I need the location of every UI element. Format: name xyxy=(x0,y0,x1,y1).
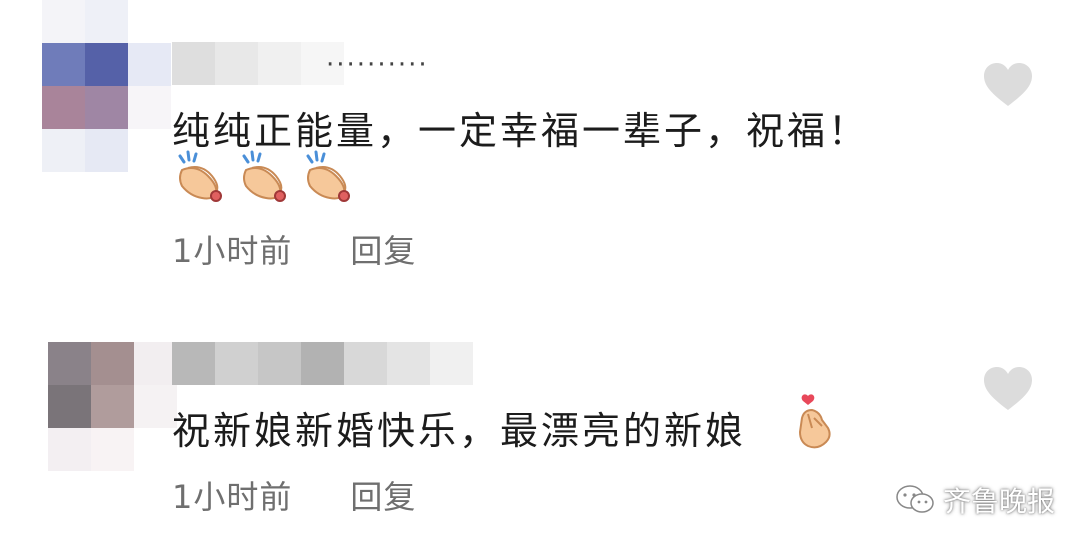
comment-meta: 1小时前 回复 xyxy=(172,472,416,518)
like-heart-icon[interactable] xyxy=(982,62,1034,108)
clapping-hands-icon xyxy=(242,150,286,202)
username-suffix: ·········· xyxy=(326,50,429,80)
comment-text: 纯纯正能量，一定幸福一辈子，祝福！ xyxy=(172,109,870,153)
reply-button[interactable]: 回复 xyxy=(350,472,416,518)
comment-meta: 1小时前 回复 xyxy=(172,226,416,272)
finger-heart-icon xyxy=(798,394,831,449)
clapping-hands-icon xyxy=(306,150,350,202)
username[interactable] xyxy=(172,342,473,385)
like-heart-icon[interactable] xyxy=(982,366,1034,412)
avatar[interactable] xyxy=(42,0,171,172)
emoji-row xyxy=(172,150,358,202)
reply-button[interactable]: 回复 xyxy=(350,226,416,272)
comment-text: 祝新娘新婚快乐，最漂亮的新娘 xyxy=(172,409,747,453)
avatar[interactable] xyxy=(48,342,177,471)
comment-item: ·········· 纯纯正能量，一定幸福一辈子，祝福！ 1小时前 回复 xyxy=(0,0,1077,275)
watermark-text: 齐鲁晚报 xyxy=(943,485,1056,518)
source-watermark: 齐鲁晚报 xyxy=(895,480,1055,520)
wechat-icon xyxy=(896,485,934,513)
comment-time: 1小时前 xyxy=(172,478,293,516)
username[interactable] xyxy=(172,42,344,85)
clapping-hands-icon xyxy=(178,150,222,202)
comment-time: 1小时前 xyxy=(172,232,293,270)
